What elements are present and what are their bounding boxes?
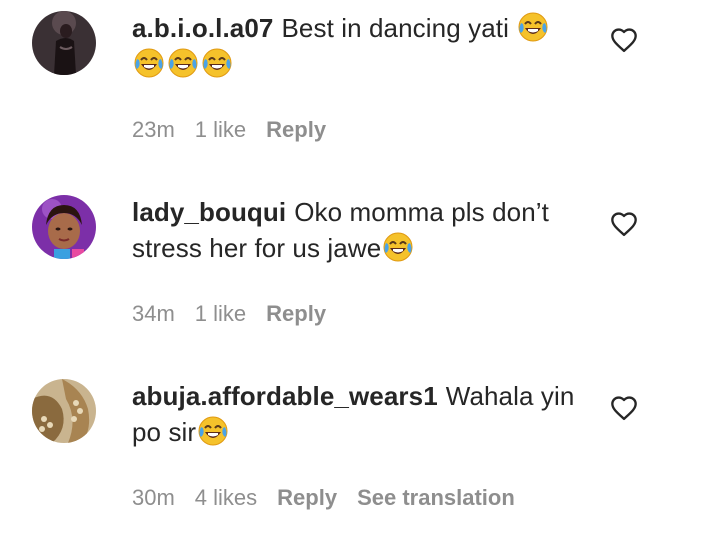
- avatar[interactable]: [32, 195, 96, 259]
- heart-outline-icon[interactable]: [610, 395, 638, 423]
- comment-timestamp: 23m: [132, 117, 175, 142]
- comment-username[interactable]: a.b.i.o.l.a07: [132, 13, 273, 43]
- reply-button[interactable]: Reply: [266, 301, 326, 326]
- comment-likes-count[interactable]: 4 likes: [195, 485, 257, 510]
- laughing-emoji-icon: [198, 416, 228, 446]
- avatar[interactable]: [32, 11, 96, 75]
- comment-meta: 23m 1 like Reply: [132, 117, 346, 143]
- heart-outline-icon[interactable]: [610, 211, 638, 239]
- laughing-emoji-icon: [168, 48, 198, 78]
- comment-timestamp: 30m: [132, 485, 175, 510]
- reply-button[interactable]: Reply: [277, 485, 337, 510]
- comment-username[interactable]: lady_bouqui: [132, 197, 286, 227]
- heart-outline-icon[interactable]: [610, 27, 638, 55]
- laughing-emoji-icon: [383, 232, 413, 262]
- laughing-emoji-icon: [518, 12, 548, 42]
- avatar[interactable]: [32, 379, 96, 443]
- laughing-emoji-icon: [202, 48, 232, 78]
- laughing-emoji-icon: [134, 48, 164, 78]
- comment-username[interactable]: abuja.affordable_wears1: [132, 381, 438, 411]
- comment-text: abuja.affordable_wears1 Wahala yin po sir: [132, 378, 582, 450]
- comment-likes-count[interactable]: 1 like: [195, 117, 246, 142]
- reply-button[interactable]: Reply: [266, 117, 326, 142]
- comment-text: a.b.i.o.l.a07 Best in dancing yati: [132, 10, 582, 82]
- comment-timestamp: 34m: [132, 301, 175, 326]
- comment-message: Best in dancing yati: [281, 13, 509, 43]
- comment-item: abuja.affordable_wears1 Wahala yin po sir…: [0, 368, 720, 538]
- see-translation-button[interactable]: See translation: [357, 485, 515, 510]
- comment-item: a.b.i.o.l.a07 Best in dancing yati 23m 1 l…: [0, 0, 720, 170]
- comment-meta: 34m 1 like Reply: [132, 301, 346, 327]
- comment-meta: 30m 4 likes Reply See translation: [132, 485, 535, 511]
- comment-text: lady_bouqui Oko momma pls don’t stress he…: [132, 194, 582, 266]
- comment-likes-count[interactable]: 1 like: [195, 301, 246, 326]
- comment-item: lady_bouqui Oko momma pls don’t stress he…: [0, 184, 720, 354]
